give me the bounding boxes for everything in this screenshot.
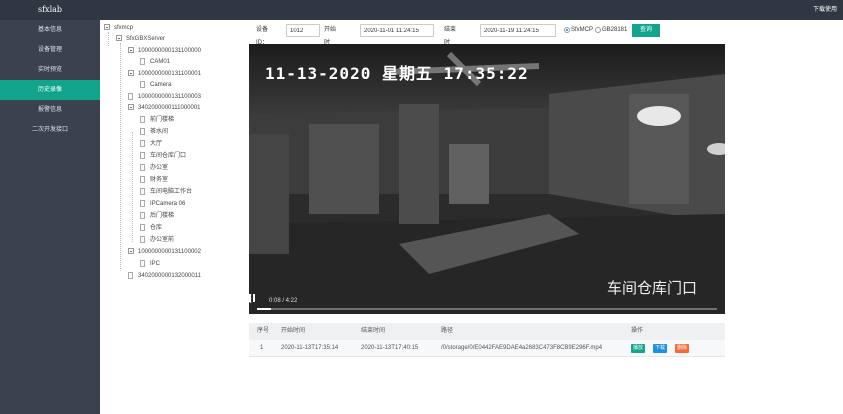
sfxmcp-radio-label: SfxMCP [571, 27, 594, 33]
tree-node-channel[interactable]: 仓库 [140, 223, 162, 234]
sidebar: 基本信息 设备管理 实时预览 历史录像 报警信息 二次开发接口 [0, 20, 100, 414]
delete-button[interactable]: 删除 [675, 344, 689, 353]
row-no: 1 [260, 345, 264, 351]
tree-node-device[interactable]: 1000000000131100000 [128, 46, 201, 57]
download-button[interactable]: 下载 [653, 344, 667, 353]
query-button[interactable]: 查询 [632, 24, 660, 37]
recording-table: 序号 开始时间 结束时间 路径 操作 1 2020-11-13T17:35:14… [249, 323, 725, 357]
tree-node-channel[interactable]: 大厅 [140, 139, 162, 150]
col-header-actions: 操作 [631, 328, 644, 334]
sidebar-item-live-preview[interactable]: 实时预览 [0, 60, 100, 80]
col-header-end: 结束时间 [361, 328, 386, 334]
progress-fill [257, 308, 271, 310]
playback-time: 0:08 / 4:22 [269, 298, 298, 304]
sidebar-item-alarm-info[interactable]: 报警信息 [0, 100, 100, 120]
file-icon [140, 211, 145, 219]
tree-node-channel[interactable]: IPCamera 06 [140, 199, 185, 210]
collapse-icon[interactable] [104, 24, 110, 31]
file-icon [128, 92, 133, 100]
sidebar-item-history-video[interactable]: 历史录像 [0, 80, 100, 100]
tree-node-device[interactable]: 1000000000131100001 [128, 69, 201, 80]
collapse-icon[interactable] [128, 70, 134, 77]
file-icon [140, 115, 145, 123]
tree-node-device[interactable]: 1000000000131100002 [128, 247, 201, 258]
file-icon [140, 80, 145, 88]
row-end: 2020-11-13T17:40:15 [361, 345, 419, 351]
table-header: 序号 开始时间 结束时间 路径 操作 [249, 323, 725, 340]
end-time-input[interactable] [480, 24, 556, 37]
collapse-icon[interactable] [116, 35, 122, 42]
tree-node-channel[interactable]: 办公室前 [140, 235, 174, 246]
device-tree: sfxmcp SfxGBXServer 1000000000131100000 … [100, 20, 248, 414]
col-header-start: 开始时间 [281, 328, 306, 334]
download-link[interactable]: 下载使用 [813, 0, 837, 20]
video-frame [249, 44, 725, 314]
file-icon [140, 163, 145, 171]
file-icon [140, 139, 145, 147]
tree-node-channel[interactable]: CAM01 [140, 57, 170, 68]
tree-node-channel[interactable]: IPC [140, 259, 160, 270]
row-path: /0/storage/0/E0442FAE9DAE4a2683C473F8CB9… [441, 345, 603, 351]
more-options-icon[interactable] [249, 294, 252, 303]
file-icon [140, 223, 145, 231]
tree-guide [132, 132, 133, 242]
tree-node-channel[interactable]: 前门楼梯 [140, 115, 174, 126]
collapse-icon[interactable] [128, 248, 134, 255]
brand-logo: sfxlab [37, 5, 63, 14]
start-time-input[interactable] [360, 24, 434, 37]
osd-timestamp: 11-13-2020 星期五 17:35:22 [265, 64, 529, 83]
file-icon [140, 57, 145, 65]
tree-node-channel[interactable]: 后门楼梯 [140, 211, 174, 222]
col-header-path: 路径 [441, 328, 454, 334]
top-bar: sfxlab 下载使用 [0, 0, 843, 20]
sidebar-item-dev-api[interactable]: 二次开发接口 [0, 120, 100, 140]
tree-node-channel[interactable]: 车间电脑工作台 [140, 187, 192, 198]
file-icon [140, 127, 145, 135]
video-player[interactable]: 11-13-2020 星期五 17:35:22 车间仓库门口 0:08 / 4:… [249, 44, 725, 314]
file-icon [128, 271, 133, 279]
play-button[interactable]: 播放 [631, 344, 645, 353]
sidebar-item-basic-info[interactable]: 基本信息 [0, 20, 100, 40]
file-icon [140, 259, 145, 267]
collapse-icon[interactable] [128, 47, 134, 54]
tree-node-device[interactable]: 3402000000132000011 [128, 271, 201, 282]
tree-node-channel[interactable]: 办公室 [140, 163, 168, 174]
tree-node-channel[interactable]: Camera [140, 80, 171, 91]
file-icon [140, 199, 145, 207]
tree-node-device[interactable]: 1000000000131100003 [128, 92, 201, 103]
device-id-input[interactable] [286, 24, 320, 37]
tree-node-device[interactable]: 3402000000111000001 [128, 103, 201, 114]
tree-node-server[interactable]: SfxGBXServer [116, 34, 165, 45]
collapse-icon[interactable] [128, 104, 134, 111]
row-start: 2020-11-13T17:35:14 [281, 345, 339, 351]
file-icon [140, 175, 145, 183]
sidebar-item-device-management[interactable]: 设备管理 [0, 40, 100, 60]
gb28181-radio[interactable] [595, 27, 601, 33]
tree-node-channel[interactable]: 茶水间 [140, 127, 168, 138]
tree-node-channel[interactable]: 车间仓库门口 [140, 151, 186, 162]
file-icon [140, 235, 145, 243]
tree-node-root[interactable]: sfxmcp [104, 23, 133, 34]
player-controls: 0:08 / 4:22 [249, 294, 725, 314]
tree-guide [120, 43, 121, 269]
col-header-no: 序号 [257, 328, 270, 334]
table-row: 1 2020-11-13T17:35:14 2020-11-13T17:40:1… [249, 340, 725, 357]
tree-guide [108, 32, 109, 46]
gb28181-radio-label: GB28181 [602, 27, 628, 33]
file-icon [140, 187, 145, 195]
file-icon [140, 151, 145, 159]
sfxmcp-radio[interactable] [564, 27, 570, 33]
progress-bar[interactable] [257, 308, 717, 310]
tree-node-channel[interactable]: 财务室 [140, 175, 168, 186]
